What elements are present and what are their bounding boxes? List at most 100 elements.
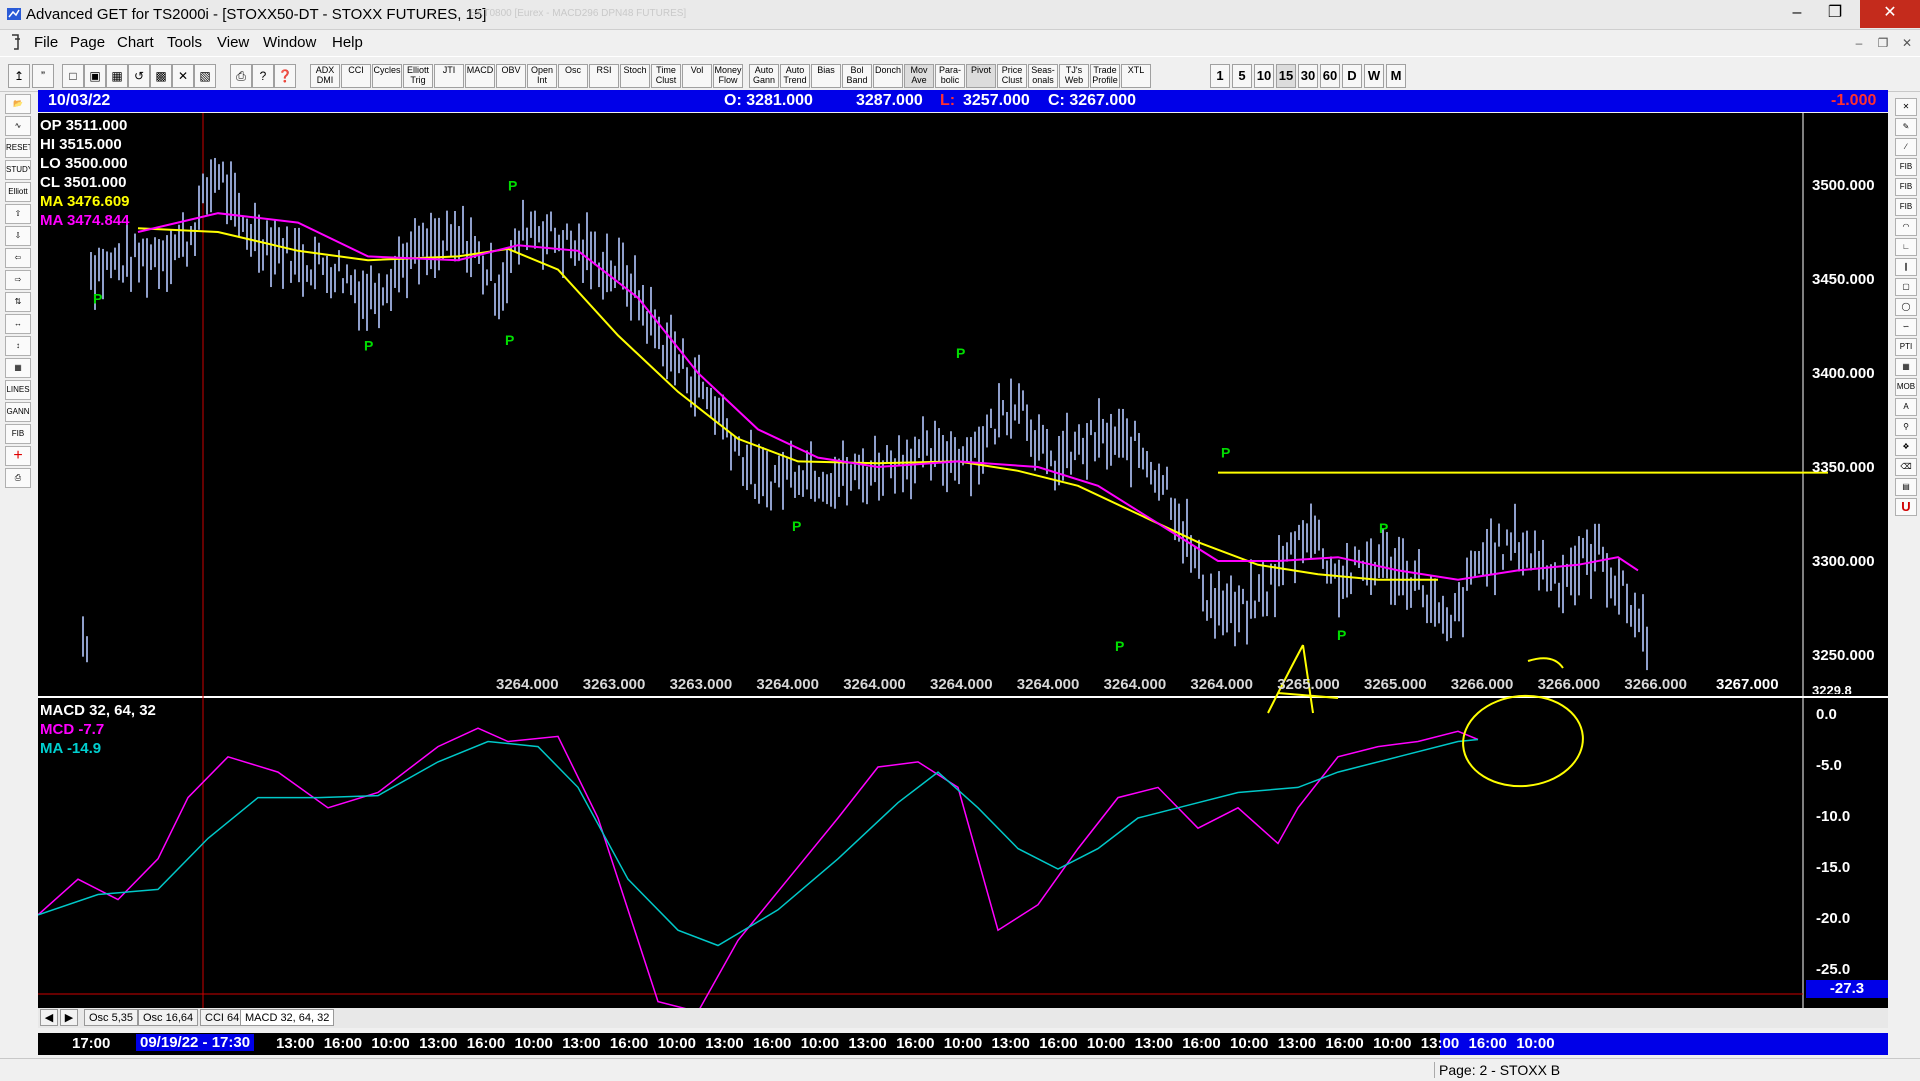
period-button[interactable]: M [1386, 64, 1406, 88]
indicator-button[interactable]: Pivot [966, 64, 996, 88]
marker-icon[interactable]: ❖ [1895, 438, 1917, 456]
indicator-button[interactable]: JTI [434, 64, 464, 88]
table-icon[interactable]: ▤ [1895, 478, 1917, 496]
indicator-button[interactable]: Auto Gann [749, 64, 779, 88]
fan-tool-icon[interactable]: ∟ [1895, 238, 1917, 256]
print-page-icon[interactable]: ⎙ [5, 468, 31, 488]
box-tool-icon[interactable]: ▢ [1895, 278, 1917, 296]
zoom-icon[interactable]: ⚲ [1895, 418, 1917, 436]
arrow-down-icon[interactable]: ⇩ [5, 226, 31, 246]
indicator-button[interactable]: Price Clust [997, 64, 1027, 88]
line-tool-icon[interactable]: ∕ [1895, 138, 1917, 156]
expand-horizontal-icon[interactable]: ↔ [5, 314, 31, 334]
tile-button[interactable]: ▧ [194, 64, 216, 88]
period-button[interactable]: D [1342, 64, 1362, 88]
indicator-button[interactable]: Time Clust [651, 64, 681, 88]
crosshair-icon[interactable]: + [5, 446, 31, 466]
grid-tool-icon[interactable]: ▦ [5, 358, 31, 378]
fib-time-icon[interactable]: FIB [1895, 198, 1917, 216]
new-button[interactable]: □ [62, 64, 84, 88]
indicator-button[interactable]: CCI [341, 64, 371, 88]
refresh-button[interactable]: ↺ [128, 64, 150, 88]
menu-page[interactable]: Page [70, 34, 105, 51]
reset-button[interactable]: RESET [5, 138, 31, 158]
indicator-button[interactable]: Trade Profile [1090, 64, 1120, 88]
indicator-button[interactable]: Elliott Trig [403, 64, 433, 88]
period-button[interactable]: 1 [1210, 64, 1230, 88]
period-button[interactable]: 15 [1276, 64, 1296, 88]
study-button[interactable]: STUDY [5, 160, 31, 180]
bars-tool-icon[interactable]: ⇅ [5, 292, 31, 312]
period-button[interactable]: 5 [1232, 64, 1252, 88]
fib-extension-icon[interactable]: FIB [1895, 178, 1917, 196]
arrow-right-icon[interactable]: ⇨ [5, 270, 31, 290]
ellipse-tool-icon[interactable]: ◯ [1895, 298, 1917, 316]
indicator-button[interactable]: RSI [589, 64, 619, 88]
indicator-button[interactable]: Stoch [620, 64, 650, 88]
indicator-button[interactable]: Money Flow [713, 64, 743, 88]
menu-view[interactable]: View [217, 34, 249, 51]
undo-icon[interactable]: U [1895, 498, 1917, 516]
chart-area[interactable]: P P P P P P P P P P OP 3511.000 HI 3515.000 LO 35… [38, 113, 1888, 1008]
chart-canvas[interactable]: P P P P P P P P P P [38, 113, 1888, 1008]
context-help-button[interactable]: ❓ [274, 64, 296, 88]
lines-button[interactable]: LINES [5, 380, 31, 400]
indicator-button[interactable]: Cycles [372, 64, 402, 88]
mdi-restore-button[interactable]: ❐ [1872, 34, 1894, 52]
maximize-button[interactable]: ❐ [1812, 0, 1858, 28]
period-button[interactable]: 30 [1298, 64, 1318, 88]
indicator-button[interactable]: Vol [682, 64, 712, 88]
period-button[interactable]: 10 [1254, 64, 1274, 88]
pointer-tool-button[interactable]: ↥ [8, 64, 30, 88]
layout-button[interactable]: ▦ [106, 64, 128, 88]
tab-scroll-right-button[interactable]: ▶ [60, 1009, 78, 1026]
indicator-button[interactable]: XTL [1121, 64, 1151, 88]
save-button[interactable]: ▣ [84, 64, 106, 88]
tab-cci-64[interactable]: CCI 64 [200, 1009, 245, 1026]
period-button[interactable]: 60 [1320, 64, 1340, 88]
fib-button[interactable]: FIB [5, 424, 31, 444]
grid-button[interactable]: ▩ [150, 64, 172, 88]
mob-button[interactable]: MOB [1895, 378, 1917, 396]
tab-macd-32-64-32[interactable]: MACD 32, 64, 32 [240, 1009, 335, 1026]
indicator-button[interactable]: Mov Ave [904, 64, 934, 88]
mdi-close-button[interactable]: ✕ [1896, 34, 1918, 52]
pencil-icon[interactable]: ✎ [1895, 118, 1917, 136]
delete-button[interactable]: ✕ [172, 64, 194, 88]
spiral-tool-icon[interactable]: ∽ [1895, 318, 1917, 336]
period-button[interactable]: W [1364, 64, 1384, 88]
text-tool-icon[interactable]: A [1895, 398, 1917, 416]
mdi-minimize-button[interactable]: – [1848, 34, 1870, 52]
pti-button[interactable]: PTI [1895, 338, 1917, 356]
quote-tool-button[interactable]: ” [32, 64, 54, 88]
arc-tool-icon[interactable]: ◠ [1895, 218, 1917, 236]
expand-vertical-icon[interactable]: ↕ [5, 336, 31, 356]
indicator-button[interactable]: TJ's Web [1059, 64, 1089, 88]
indicator-button[interactable]: Para-bolic [935, 64, 965, 88]
tab-osc-5-35[interactable]: Osc 5,35 [84, 1009, 139, 1026]
help-button[interactable]: ? [252, 64, 274, 88]
indicator-button[interactable]: Osc [558, 64, 588, 88]
menu-window[interactable]: Window [263, 34, 316, 51]
menu-chart[interactable]: Chart [117, 34, 154, 51]
grid-icon[interactable]: ▦ [1895, 358, 1917, 376]
arrow-left-icon[interactable]: ⇦ [5, 248, 31, 268]
elliott-button[interactable]: Elliott [5, 182, 31, 202]
close-x-icon[interactable]: ✕ [1895, 98, 1917, 116]
open-folder-icon[interactable]: 📂 [5, 94, 31, 114]
menu-help[interactable]: Help [332, 34, 363, 51]
gann-button[interactable]: GANN [5, 402, 31, 422]
arrow-up-icon[interactable]: ⇧ [5, 204, 31, 224]
eraser-icon[interactable]: ⌫ [1895, 458, 1917, 476]
indicator-button[interactable]: ADX DMI [310, 64, 340, 88]
close-button[interactable]: ✕ [1860, 0, 1920, 28]
menu-file[interactable]: File [34, 34, 58, 51]
menu-tools[interactable]: Tools [167, 34, 202, 51]
indicator-button[interactable]: OBV [496, 64, 526, 88]
fib-retracement-icon[interactable]: FIB [1895, 158, 1917, 176]
indicator-button[interactable]: Open Int [527, 64, 557, 88]
zigzag-tool-icon[interactable]: ∿ [5, 116, 31, 136]
indicator-button[interactable]: Donch [873, 64, 903, 88]
tab-osc-16-64[interactable]: Osc 16,64 [138, 1009, 199, 1026]
indicator-button[interactable]: MACD [465, 64, 495, 88]
